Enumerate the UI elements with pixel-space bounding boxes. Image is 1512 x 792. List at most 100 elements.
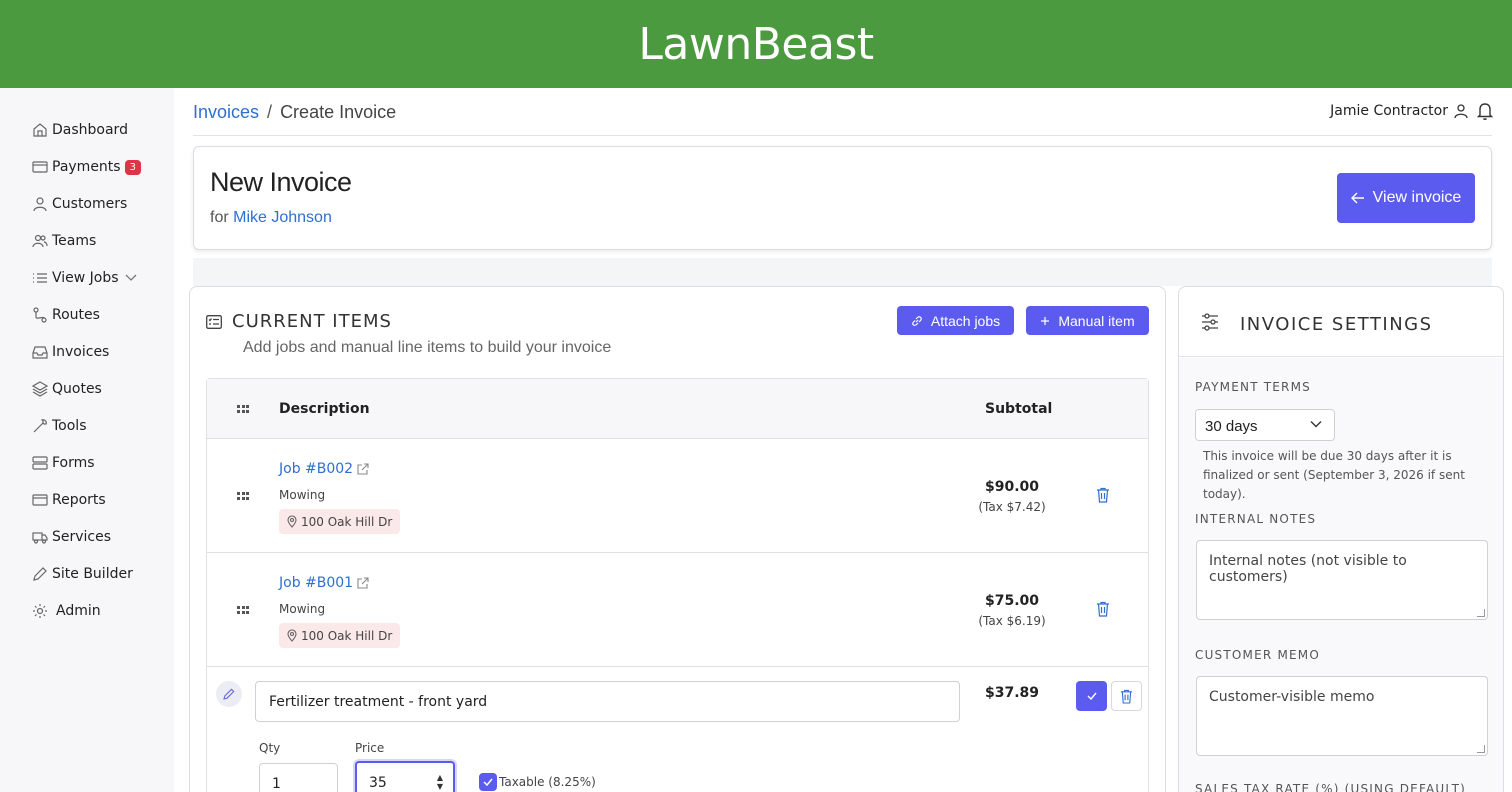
sidebar-item-label: Customers	[52, 196, 128, 212]
column-subtotal: Subtotal	[985, 401, 1053, 417]
sidebar-item-site-builder[interactable]: Site Builder	[32, 562, 133, 586]
sidebar-item-teams[interactable]: Teams	[32, 229, 96, 253]
customer-memo-placeholder: Customer-visible memo	[1209, 689, 1375, 705]
sidebar-item-admin[interactable]: Admin	[32, 599, 101, 623]
external-link-icon	[357, 463, 369, 475]
sidebar-item-forms[interactable]: Forms	[32, 451, 95, 475]
arrow-left-icon	[1350, 192, 1364, 204]
invoice-customer: for Mike Johnson	[210, 209, 332, 227]
truck-icon	[32, 532, 48, 544]
current-items-heading: CURRENT ITEMS	[206, 311, 392, 332]
job-link[interactable]: Job #B001	[279, 575, 369, 591]
sidebar-item-view-jobs[interactable]: View Jobs	[32, 266, 137, 290]
taxable-checkbox[interactable]: Taxable (8.25%)	[479, 773, 596, 791]
sales-tax-label: SALES TAX RATE (%) (USING DEFAULT)	[1195, 782, 1466, 792]
sliders-icon	[1202, 313, 1218, 331]
chevron-down-icon[interactable]	[125, 274, 137, 282]
price-input[interactable]: 35 ▲ ▼	[355, 761, 455, 792]
customer-link[interactable]: Mike Johnson	[233, 209, 332, 226]
sidebar-item-dashboard[interactable]: Dashboard	[32, 118, 128, 142]
divider	[193, 135, 1492, 136]
top-bar: LawnBeast	[0, 0, 1512, 88]
table-row: Job #B001 Mowing 100 Oak Hill Dr $75.00 …	[207, 553, 1148, 667]
sidebar-item-routes[interactable]: Routes	[32, 303, 100, 327]
resize-handle-icon[interactable]	[1477, 745, 1485, 753]
payments-count-badge: 3	[124, 159, 141, 175]
link-icon	[912, 315, 922, 326]
job-link[interactable]: Job #B002	[279, 461, 369, 477]
qty-input[interactable]: 1	[259, 763, 338, 792]
report-icon	[32, 494, 48, 506]
sidebar-item-quotes[interactable]: Quotes	[32, 377, 102, 401]
invoice-settings-body: PAYMENT TERMS 30 days This invoice will …	[1179, 358, 1503, 792]
drag-handle-icon[interactable]	[237, 606, 249, 614]
brand-logo[interactable]: LawnBeast	[638, 19, 874, 70]
user-name: Jamie Contractor	[1330, 103, 1448, 119]
pencil-icon[interactable]	[216, 681, 242, 707]
sidebar-item-label: Services	[52, 529, 112, 545]
trash-icon[interactable]	[1096, 487, 1110, 503]
payment-terms-select[interactable]: 30 days	[1195, 409, 1335, 441]
current-items-title: CURRENT ITEMS	[232, 311, 392, 332]
form-icon	[32, 456, 48, 470]
external-link-icon	[357, 577, 369, 589]
job-number: Job #B002	[279, 461, 354, 477]
price-label: Price	[355, 741, 385, 755]
stepper-arrows-icon[interactable]: ▲ ▼	[437, 773, 443, 791]
sidebar-item-customers[interactable]: Customers	[32, 192, 127, 216]
sidebar: Dashboard Payments 3 Customers Teams Vie…	[0, 88, 174, 792]
items-table-header: Description Subtotal	[207, 379, 1148, 439]
address-badge: 100 Oak Hill Dr	[279, 623, 401, 648]
for-label: for	[210, 209, 229, 226]
address-badge: 100 Oak Hill Dr	[279, 509, 401, 534]
internal-notes-textarea[interactable]: Internal notes (not visible to customers…	[1196, 540, 1488, 620]
sidebar-item-invoices[interactable]: Invoices	[32, 340, 109, 364]
sidebar-item-label: Dashboard	[52, 122, 128, 138]
row-tax: (Tax $6.19)	[978, 614, 1046, 628]
resize-handle-icon[interactable]	[1477, 609, 1485, 617]
sidebar-item-tools[interactable]: Tools	[32, 414, 87, 438]
payment-terms-label: PAYMENT TERMS	[1195, 380, 1311, 394]
manual-item-button[interactable]: Manual item	[1026, 306, 1149, 335]
sidebar-item-services[interactable]: Services	[32, 525, 111, 549]
breadcrumb: Invoices / Create Invoice	[193, 102, 396, 123]
address-text: 100 Oak Hill Dr	[301, 514, 393, 529]
drag-handle-icon[interactable]	[237, 492, 249, 500]
price-value: 35	[369, 775, 387, 791]
sidebar-item-label: Admin	[56, 603, 101, 619]
delete-item-button[interactable]	[1111, 681, 1142, 711]
address-text: 100 Oak Hill Dr	[301, 628, 393, 643]
attach-jobs-label: Attach jobs	[930, 312, 1001, 329]
list-check-icon	[206, 314, 222, 329]
manual-subtotal: $37.89	[984, 685, 1040, 701]
sidebar-item-payments[interactable]: Payments 3	[32, 155, 141, 179]
items-table: Description Subtotal Job #B002 Mowing 10…	[206, 378, 1149, 792]
manual-item-label: Manual item	[1058, 312, 1135, 329]
attach-jobs-button[interactable]: Attach jobs	[897, 306, 1014, 335]
view-invoice-button[interactable]: View invoice	[1337, 173, 1475, 223]
bell-icon[interactable]	[1476, 101, 1494, 121]
users-icon	[32, 234, 48, 248]
job-type: Mowing	[279, 488, 326, 502]
row-subtotal: $90.00	[984, 479, 1040, 495]
confirm-item-button[interactable]	[1076, 681, 1107, 711]
breadcrumb-invoices-link[interactable]: Invoices	[193, 102, 259, 122]
sidebar-item-label: Invoices	[52, 344, 110, 360]
table-row: Job #B002 Mowing 100 Oak Hill Dr $90.00 …	[207, 439, 1148, 553]
gear-icon	[33, 604, 47, 618]
chevron-down-icon	[1310, 421, 1322, 428]
invoice-header-card: New Invoice for Mike Johnson View invoic…	[193, 146, 1492, 250]
user-menu[interactable]: Jamie Contractor	[1330, 103, 1468, 119]
sidebar-item-reports[interactable]: Reports	[32, 488, 106, 512]
manual-description-input[interactable]: Fertilizer treatment - front yard	[255, 681, 960, 722]
trash-icon[interactable]	[1096, 601, 1110, 617]
plus-icon	[1041, 316, 1050, 325]
list-icon	[33, 273, 47, 283]
sidebar-item-label: Site Builder	[52, 566, 133, 582]
check-icon	[1087, 692, 1097, 700]
customer-memo-textarea[interactable]: Customer-visible memo	[1196, 676, 1488, 756]
sidebar-item-label: Tools	[52, 418, 87, 434]
manual-item-row: Fertilizer treatment - front yard $37.89…	[207, 667, 1148, 792]
payment-terms-value: 30 days	[1205, 418, 1258, 435]
current-items-card: CURRENT ITEMS Add jobs and manual line i…	[189, 286, 1166, 792]
